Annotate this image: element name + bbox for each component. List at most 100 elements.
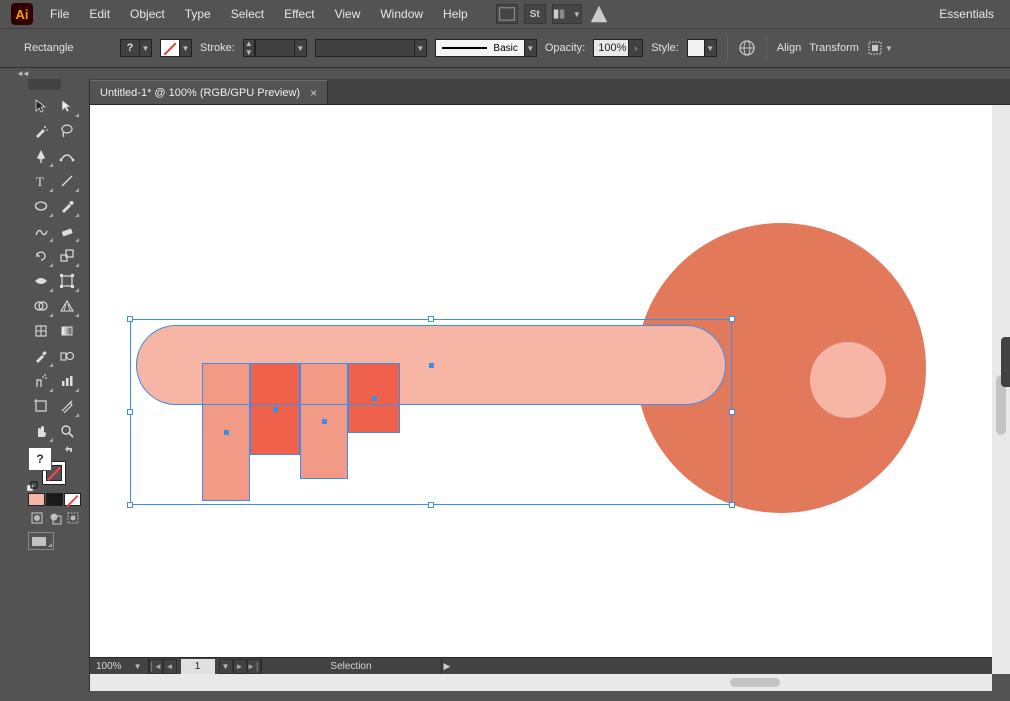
width-tool[interactable] [28, 268, 54, 293]
scrollbar-thumb[interactable] [730, 678, 780, 687]
column-graph-tool[interactable] [54, 368, 80, 393]
symbol-sprayer-tool[interactable] [28, 368, 54, 393]
direct-selection-tool[interactable] [54, 93, 80, 118]
next-artboard-button[interactable]: ► [233, 659, 247, 674]
last-artboard-button[interactable]: ►│ [247, 659, 261, 674]
selection-handle[interactable] [729, 316, 735, 322]
selection-handle[interactable] [428, 502, 434, 508]
fill-stroke-indicator[interactable]: ? [28, 447, 70, 489]
bridge-icon[interactable] [496, 4, 518, 24]
eraser-tool[interactable] [54, 218, 80, 243]
mesh-tool[interactable] [28, 318, 54, 343]
menu-select[interactable]: Select [221, 3, 274, 25]
zoom-level-field[interactable]: 100% ▼ [90, 658, 149, 674]
selection-handle[interactable] [127, 502, 133, 508]
selection-handle[interactable] [127, 409, 133, 415]
stroke-weight-control[interactable]: ▲▼ ▼ [243, 39, 307, 57]
artboard-tool[interactable] [28, 393, 54, 418]
horizontal-scrollbar[interactable] [90, 674, 992, 691]
document-tab[interactable]: Untitled-1* @ 100% (RGB/GPU Preview) × [90, 80, 328, 104]
rotate-tool[interactable] [28, 243, 54, 268]
graphic-style-control[interactable]: ▼ [687, 39, 717, 57]
arrange-docs-icon[interactable]: ▼ [552, 4, 582, 24]
selection-handle[interactable] [729, 502, 735, 508]
transform-panel-link[interactable]: Transform [809, 42, 859, 54]
anchor-point [429, 363, 434, 368]
status-menu-icon[interactable]: ▶ [444, 661, 451, 672]
selection-tool[interactable] [28, 93, 54, 118]
panel-collapse-bar[interactable]: ◄◄ [0, 68, 1010, 79]
isolate-control[interactable]: ▼ [867, 39, 895, 57]
selection-handle[interactable] [127, 316, 133, 322]
prev-artboard-button[interactable]: ◄ [163, 659, 177, 674]
svg-text:T: T [36, 174, 44, 189]
active-tool-label: Rectangle [24, 42, 112, 54]
workspace-switcher[interactable]: Essentials [927, 3, 1006, 25]
document-tab-title: Untitled-1* @ 100% (RGB/GPU Preview) [100, 87, 300, 99]
magic-wand-tool[interactable] [28, 118, 54, 143]
color-mode-none[interactable] [64, 493, 81, 506]
selection-handle[interactable] [729, 409, 735, 415]
vertical-scrollbar[interactable] [992, 105, 1010, 674]
type-tool[interactable]: T [28, 168, 54, 193]
line-segment-tool[interactable] [54, 168, 80, 193]
menu-view[interactable]: View [325, 3, 371, 25]
pen-tool[interactable] [28, 143, 54, 168]
app-logo: Ai [4, 2, 40, 26]
color-mode-row [0, 493, 89, 506]
gradient-tool[interactable] [54, 318, 80, 343]
fill-swatch[interactable]: ? [28, 447, 52, 471]
menu-type[interactable]: Type [175, 3, 221, 25]
gpu-performance-icon[interactable] [588, 4, 610, 24]
brush-definition-control[interactable]: Basic ▼ [435, 39, 537, 57]
chevron-left-icon: ◄◄ [16, 69, 28, 78]
scale-tool[interactable] [54, 243, 80, 268]
eyedropper-tool[interactable] [28, 343, 54, 368]
ellipse-tool[interactable] [28, 193, 54, 218]
color-mode-color[interactable] [28, 493, 45, 506]
stock-icon[interactable]: St [524, 4, 546, 24]
draw-inside-icon[interactable] [64, 510, 81, 526]
screen-mode-button[interactable] [28, 532, 54, 550]
style-label: Style: [651, 42, 679, 54]
canvas[interactable] [90, 105, 992, 657]
collapsed-panel-edge[interactable] [1001, 337, 1010, 387]
zoom-tool[interactable] [54, 418, 80, 443]
opacity-control[interactable]: 100% › [593, 39, 643, 57]
menu-effect[interactable]: Effect [274, 3, 324, 25]
perspective-grid-tool[interactable] [54, 293, 80, 318]
fill-control[interactable]: ? ▼ [120, 39, 152, 57]
draw-behind-icon[interactable] [46, 510, 63, 526]
default-fill-stroke-icon[interactable] [26, 481, 38, 493]
color-mode-gradient[interactable] [46, 493, 63, 506]
menu-help[interactable]: Help [433, 3, 478, 25]
art-key-hole-circle[interactable] [810, 342, 886, 418]
draw-normal-icon[interactable] [28, 510, 45, 526]
stroke-color-control[interactable]: ▼ [160, 39, 192, 57]
align-panel-link[interactable]: Align [777, 42, 801, 54]
document-area: Untitled-1* @ 100% (RGB/GPU Preview) × [90, 79, 1010, 691]
menu-edit[interactable]: Edit [79, 3, 120, 25]
curvature-tool[interactable] [54, 143, 80, 168]
artboard-number-field[interactable]: 1 [181, 659, 215, 674]
menu-window[interactable]: Window [370, 3, 433, 25]
close-tab-icon[interactable]: × [310, 86, 317, 100]
draw-mode-row [0, 510, 89, 526]
swap-fill-stroke-icon[interactable] [64, 445, 74, 455]
free-transform-tool[interactable] [54, 268, 80, 293]
hand-tool[interactable] [28, 418, 54, 443]
menu-object[interactable]: Object [120, 3, 175, 25]
shape-builder-tool[interactable] [28, 293, 54, 318]
artboard-nav-dropdown[interactable]: ▼ [219, 659, 233, 674]
paintbrush-tool[interactable] [54, 193, 80, 218]
tools-panel-grip[interactable] [28, 79, 61, 90]
slice-tool[interactable] [54, 393, 80, 418]
recolor-artwork-icon[interactable] [738, 39, 756, 57]
shaper-tool[interactable] [28, 218, 54, 243]
selection-handle[interactable] [428, 316, 434, 322]
menu-file[interactable]: File [40, 3, 79, 25]
lasso-tool[interactable] [54, 118, 80, 143]
var-width-profile-control[interactable]: ▼ [315, 39, 427, 57]
blend-tool[interactable] [54, 343, 80, 368]
first-artboard-button[interactable]: │◄ [149, 659, 163, 674]
